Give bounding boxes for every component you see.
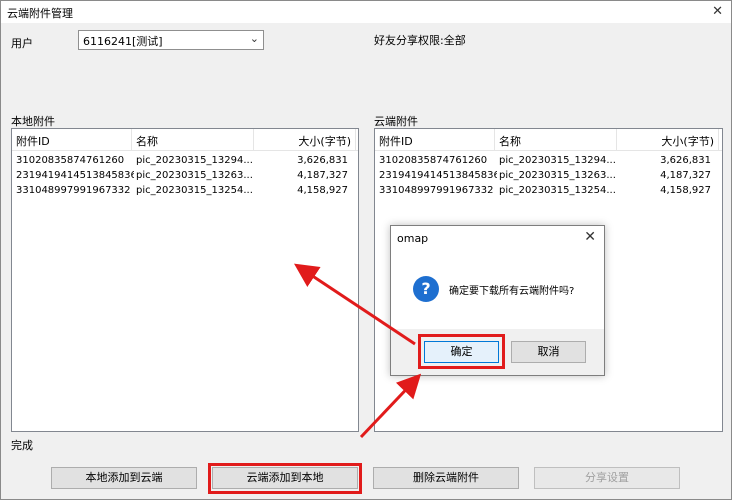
- cell-name: pic_20230315_13263...: [499, 170, 616, 181]
- col-header-name[interactable]: 名称: [495, 129, 617, 151]
- chevron-down-icon: ⌄: [249, 32, 259, 45]
- close-icon[interactable]: ✕: [712, 4, 723, 19]
- question-icon: ?: [413, 276, 439, 302]
- cell-id: 31020835874761260: [379, 155, 488, 166]
- cell-id: 2319419414513845836: [16, 170, 134, 181]
- main-window: 云端附件管理 ✕ 用户 6116241[测试] ⌄ 好友分享权限:全部 本地附件…: [0, 0, 732, 500]
- cell-name: pic_20230315_13254...: [499, 185, 616, 196]
- col-header-id[interactable]: 附件ID: [375, 129, 495, 151]
- table-row[interactable]: 31020835874761260 pic_20230315_13294... …: [375, 153, 722, 168]
- cell-size: 3,626,831: [660, 155, 711, 166]
- cell-size: 3,626,831: [297, 155, 348, 166]
- col-header-size[interactable]: 大小(字节): [254, 129, 356, 151]
- share-settings-button[interactable]: 分享设置: [534, 467, 680, 489]
- col-header-id[interactable]: 附件ID: [12, 129, 132, 151]
- col-header-name[interactable]: 名称: [132, 129, 254, 151]
- cell-size: 4,187,327: [660, 170, 711, 181]
- window-title: 云端附件管理: [7, 7, 73, 20]
- local-attachment-list[interactable]: 附件ID 名称 大小(字节) 31020835874761260 pic_202…: [11, 128, 359, 432]
- close-icon[interactable]: ✕: [584, 229, 596, 245]
- cloud-to-local-button[interactable]: 云端添加到本地: [212, 467, 358, 489]
- status-text: 完成: [11, 439, 33, 452]
- ok-button[interactable]: 确定: [424, 341, 499, 363]
- dialog-message: 确定要下载所有云端附件吗?: [449, 286, 575, 297]
- cloud-attachments-title: 云端附件: [374, 115, 418, 128]
- table-row[interactable]: 331048997991967332 pic_20230315_13254...…: [375, 183, 722, 198]
- user-select[interactable]: 6116241[测试] ⌄: [78, 30, 264, 50]
- cell-size: 4,187,327: [297, 170, 348, 181]
- cell-name: pic_20230315_13294...: [499, 155, 616, 166]
- cell-name: pic_20230315_13294...: [136, 155, 253, 166]
- user-select-value: 6116241[测试]: [83, 35, 163, 48]
- cell-name: pic_20230315_13263...: [136, 170, 253, 181]
- cell-size: 4,158,927: [660, 185, 711, 196]
- cell-id: 31020835874761260: [16, 155, 125, 166]
- dialog-title: omap: [397, 232, 429, 245]
- cell-size: 4,158,927: [297, 185, 348, 196]
- local-to-cloud-button[interactable]: 本地添加到云端: [51, 467, 197, 489]
- confirm-dialog: omap ✕ ? 确定要下载所有云端附件吗? 确定 取消: [390, 225, 605, 376]
- cell-name: pic_20230315_13254...: [136, 185, 253, 196]
- table-row[interactable]: 2319419414513845836 pic_20230315_13263..…: [12, 168, 358, 183]
- table-row[interactable]: 2319419414513845836 pic_20230315_13263..…: [375, 168, 722, 183]
- cell-id: 331048997991967332: [379, 185, 494, 196]
- col-header-size[interactable]: 大小(字节): [617, 129, 719, 151]
- delete-cloud-attachment-button[interactable]: 删除云端附件: [373, 467, 519, 489]
- cell-id: 331048997991967332: [16, 185, 131, 196]
- title-bar: 云端附件管理 ✕: [1, 1, 731, 23]
- user-label: 用户: [11, 37, 33, 50]
- cell-id: 2319419414513845836: [379, 170, 497, 181]
- share-permission-label: 好友分享权限:全部: [374, 34, 466, 47]
- cancel-button[interactable]: 取消: [511, 341, 586, 363]
- table-row[interactable]: 31020835874761260 pic_20230315_13294... …: [12, 153, 358, 168]
- local-list-header: 附件ID 名称 大小(字节): [12, 129, 358, 151]
- local-attachments-title: 本地附件: [11, 115, 55, 128]
- cloud-list-header: 附件ID 名称 大小(字节): [375, 129, 722, 151]
- table-row[interactable]: 331048997991967332 pic_20230315_13254...…: [12, 183, 358, 198]
